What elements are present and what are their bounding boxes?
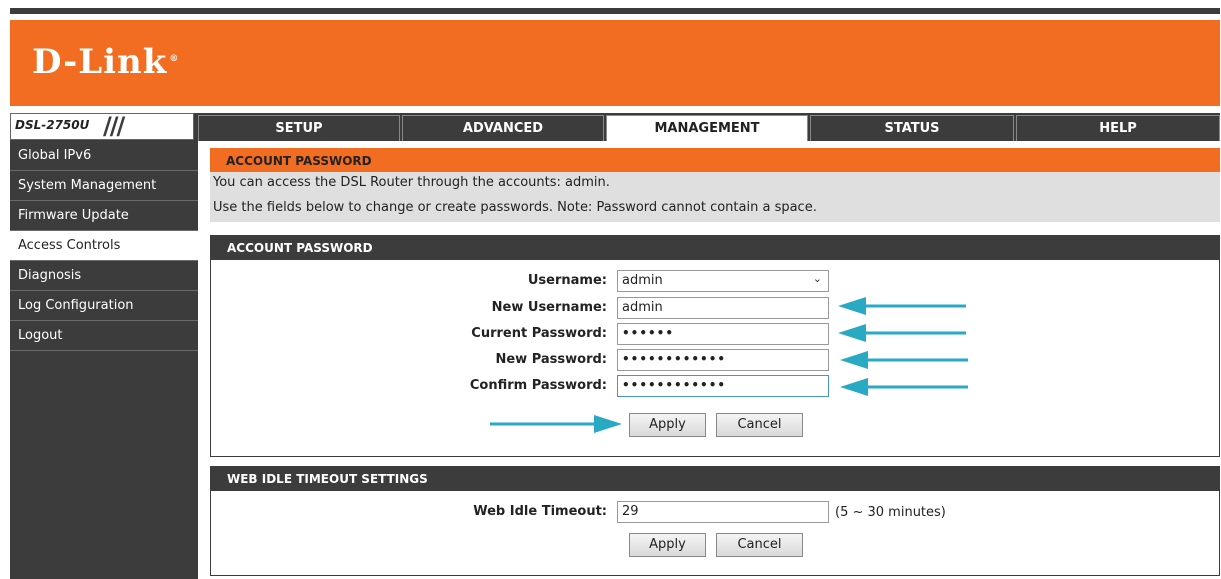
intro-line-2: Use the fields below to change or create… — [213, 200, 817, 215]
new-username-input[interactable]: admin — [617, 297, 829, 319]
sidebar-item-global-ipv6[interactable]: Global IPv6 — [10, 141, 198, 171]
sidebar-item-access-controls[interactable]: Access Controls — [10, 231, 198, 261]
tab-advanced[interactable]: ADVANCED — [402, 115, 604, 141]
idle-timeout-hint: (5 ~ 30 minutes) — [835, 505, 946, 520]
top-border — [10, 8, 1220, 14]
confirm-password-label: Confirm Password: — [469, 378, 607, 393]
sidebar: Global IPv6 System Management Firmware U… — [10, 141, 198, 579]
idle-timeout-panel: WEB IDLE TIMEOUT SETTINGS Web Idle Timeo… — [210, 466, 1220, 576]
model-name: DSL-2750U — [15, 118, 90, 132]
slash-decoration: /// — [103, 112, 125, 140]
sidebar-item-firmware-update[interactable]: Firmware Update — [10, 201, 198, 231]
tab-management[interactable]: MANAGEMENT — [606, 115, 808, 141]
sidebar-item-system-management[interactable]: System Management — [10, 171, 198, 201]
account-apply-button[interactable]: Apply — [629, 413, 706, 437]
top-nav: DSL-2750U /// SETUP ADVANCED MANAGEMENT … — [10, 112, 1220, 141]
tab-status[interactable]: STATUS — [810, 115, 1014, 141]
chevron-down-icon: ⌄ — [812, 272, 822, 285]
confirm-password-input[interactable]: •••••••••••• — [617, 375, 829, 397]
new-password-label: New Password: — [495, 352, 607, 367]
sidebar-item-logout[interactable]: Logout — [10, 321, 198, 351]
account-password-panel: ACCOUNT PASSWORD Username: admin ⌄ New U… — [210, 235, 1220, 457]
tab-setup[interactable]: SETUP — [198, 115, 400, 141]
account-panel-title: ACCOUNT PASSWORD — [211, 236, 1219, 260]
sidebar-item-diagnosis[interactable]: Diagnosis — [10, 261, 198, 291]
current-password-input[interactable]: •••••• — [617, 323, 829, 345]
username-select-value: admin — [622, 273, 663, 288]
username-label: Username: — [527, 273, 607, 288]
idle-cancel-button[interactable]: Cancel — [716, 533, 803, 557]
new-password-input[interactable]: •••••••••••• — [617, 349, 829, 371]
sidebar-item-log-configuration[interactable]: Log Configuration — [10, 291, 198, 321]
idle-timeout-label: Web Idle Timeout: — [473, 504, 607, 519]
dlink-logo: D-Link ® — [32, 42, 180, 82]
idle-apply-button[interactable]: Apply — [629, 533, 706, 557]
intro-title: ACCOUNT PASSWORD — [210, 148, 1220, 172]
new-username-label: New Username: — [491, 300, 607, 315]
account-cancel-button[interactable]: Cancel — [716, 413, 803, 437]
current-password-label: Current Password: — [471, 326, 607, 341]
intro-description: You can access the DSL Router through th… — [210, 172, 1220, 222]
model-badge: DSL-2750U /// — [10, 112, 194, 140]
tab-help[interactable]: HELP — [1016, 115, 1220, 141]
idle-panel-title: WEB IDLE TIMEOUT SETTINGS — [211, 467, 1219, 491]
idle-timeout-input[interactable]: 29 — [617, 501, 829, 523]
header-banner: D-Link ® — [10, 20, 1220, 106]
username-select[interactable]: admin ⌄ — [617, 270, 829, 292]
intro-line-1: You can access the DSL Router through th… — [213, 175, 610, 190]
